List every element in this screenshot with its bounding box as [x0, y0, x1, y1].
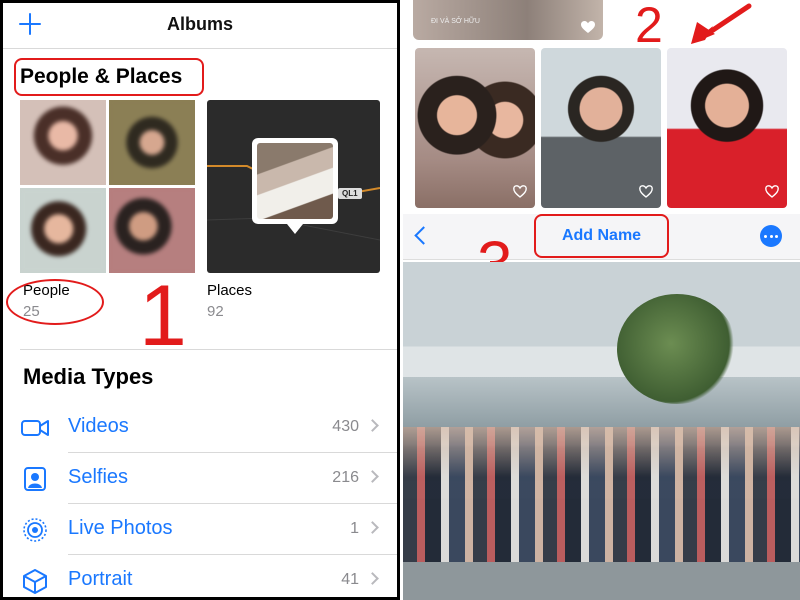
photo-tree — [617, 294, 737, 404]
annotation-number: 1 — [139, 268, 187, 364]
group-photo[interactable] — [403, 262, 800, 600]
annotation-highlight-oval — [6, 279, 104, 325]
face-photo-tile[interactable] — [541, 48, 661, 208]
map-road-tag: QL1 — [338, 188, 362, 199]
annotation-highlight-box — [14, 58, 204, 96]
heart-outline-icon[interactable] — [765, 185, 779, 198]
places-album-thumbnail[interactable]: QL1 — [207, 100, 380, 273]
media-row-label: Videos — [68, 415, 129, 437]
media-row-selfies[interactable]: Selfies 216 — [3, 454, 397, 504]
pin-photo — [257, 143, 333, 219]
photo-pavement — [403, 562, 800, 600]
page-title: Albums — [166, 14, 233, 34]
media-row-portrait[interactable]: Portrait 41 — [3, 556, 397, 597]
places-album-label[interactable]: Places — [207, 282, 252, 299]
add-name-button[interactable]: Add Name — [534, 214, 669, 258]
top-photo-thumbnail[interactable]: ĐI VÀ SỞ HỮU — [413, 0, 603, 40]
chevron-right-icon — [366, 470, 379, 483]
chevron-left-icon[interactable] — [414, 226, 433, 245]
person-detail-screen: ĐI VÀ SỞ HỮU 2 Add Name 3 — [403, 0, 800, 600]
media-row-count: 216 — [332, 469, 359, 486]
media-row-count: 430 — [332, 418, 359, 435]
video-camera-icon — [21, 420, 49, 436]
top-photo-caption: ĐI VÀ SỞ HỮU — [431, 18, 480, 25]
media-types-heading: Media Types — [23, 364, 154, 389]
person-square-icon — [24, 467, 46, 491]
annotation-arrow — [691, 3, 752, 44]
chevron-right-icon — [366, 419, 379, 432]
face-photo-tile[interactable] — [415, 48, 535, 208]
face-thumbnail — [109, 188, 195, 273]
annotation-number: 2 — [635, 0, 663, 53]
more-ellipsis-icon[interactable] — [760, 225, 782, 247]
media-row-live-photos[interactable]: Live Photos 1 — [3, 505, 397, 555]
media-row-label: Selfies — [68, 466, 129, 488]
chevron-right-icon — [366, 572, 379, 585]
face-thumbnail — [109, 100, 195, 185]
map-photo-pin — [252, 138, 338, 234]
nav-bar: Albums — [3, 3, 397, 49]
chevron-right-icon — [366, 521, 379, 534]
heart-outline-icon[interactable] — [639, 185, 653, 198]
live-photo-icon — [23, 518, 47, 542]
heart-icon[interactable] — [581, 21, 595, 34]
heart-outline-icon[interactable] — [513, 185, 527, 198]
face-thumbnail — [20, 100, 106, 185]
section-divider — [20, 349, 397, 350]
media-row-label: Portrait — [68, 568, 133, 590]
places-album-count: 92 — [207, 303, 224, 320]
media-row-count: 41 — [341, 571, 359, 588]
people-album-thumbnail[interactable] — [20, 100, 195, 273]
row-separator — [68, 554, 397, 555]
cube-icon — [23, 569, 47, 594]
row-separator — [68, 503, 397, 504]
photo-toolbar: Add Name — [403, 214, 800, 260]
face-thumbnail — [20, 188, 106, 273]
media-row-label: Live Photos — [68, 517, 173, 539]
row-separator — [68, 452, 397, 453]
media-row-count: 1 — [350, 520, 359, 537]
albums-screen: Albums People & Places People 25 1 QL1 P… — [0, 0, 400, 600]
face-photo-tile[interactable] — [667, 48, 787, 208]
media-row-videos[interactable]: Videos 430 — [3, 403, 397, 453]
photo-building — [403, 377, 800, 427]
